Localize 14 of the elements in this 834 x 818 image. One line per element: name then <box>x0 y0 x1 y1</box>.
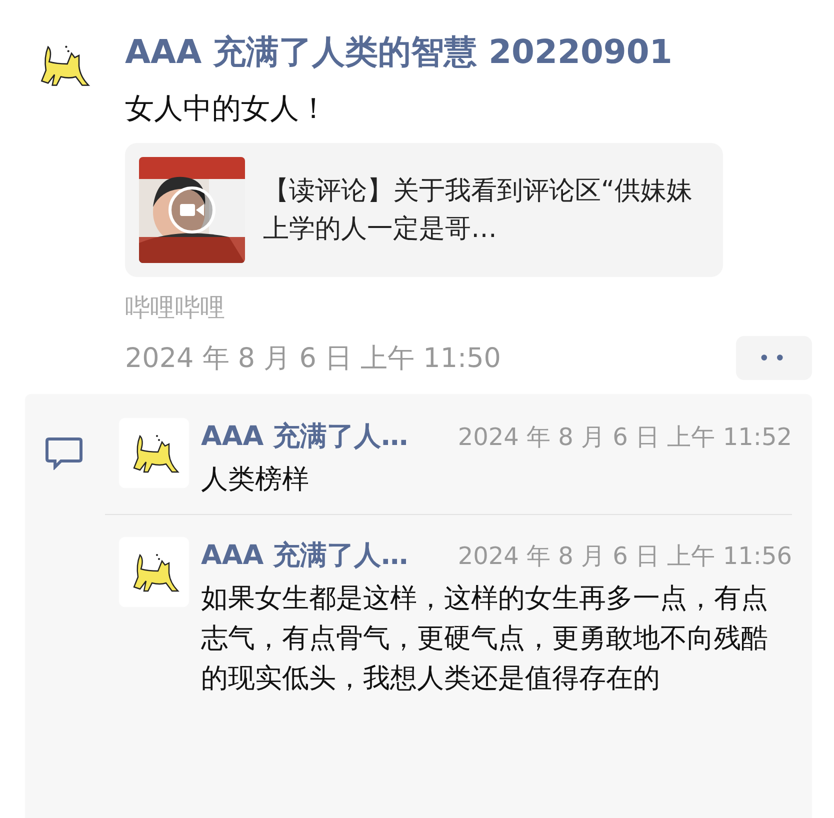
comment-time: 2024 年 8 月 6 日 上午 11:52 <box>458 422 792 453</box>
comment-icon <box>45 436 83 470</box>
commenter-name[interactable]: AAA 充满了人… <box>201 418 408 454</box>
comment-text: 人类榜样 <box>201 463 310 497</box>
commenter-name[interactable]: AAA 充满了人… <box>201 537 408 573</box>
video-icon <box>167 185 217 235</box>
link-card[interactable]: 【读评论】关于我看到评论区“供妹妹上学的人一定是哥… <box>125 143 723 277</box>
more-button[interactable]: •• <box>736 336 812 380</box>
comment-time: 2024 年 8 月 6 日 上午 11:56 <box>458 541 792 572</box>
link-title: 【读评论】关于我看到评论区“供妹妹上学的人一定是哥… <box>263 175 694 246</box>
post-text: 女人中的女人！ <box>125 90 329 127</box>
comment-text: 如果女生都是这样，这样的女生再多一点，有点志气，有点骨气，更硬气点，更勇敢地不向残酷的现实低头，我想人类还是值得存在的 <box>201 582 769 696</box>
author-name[interactable]: AAA 充满了人类的智慧 20220901 <box>125 30 812 75</box>
post-time: 2024 年 8 月 6 日 上午 11:50 <box>125 342 501 376</box>
